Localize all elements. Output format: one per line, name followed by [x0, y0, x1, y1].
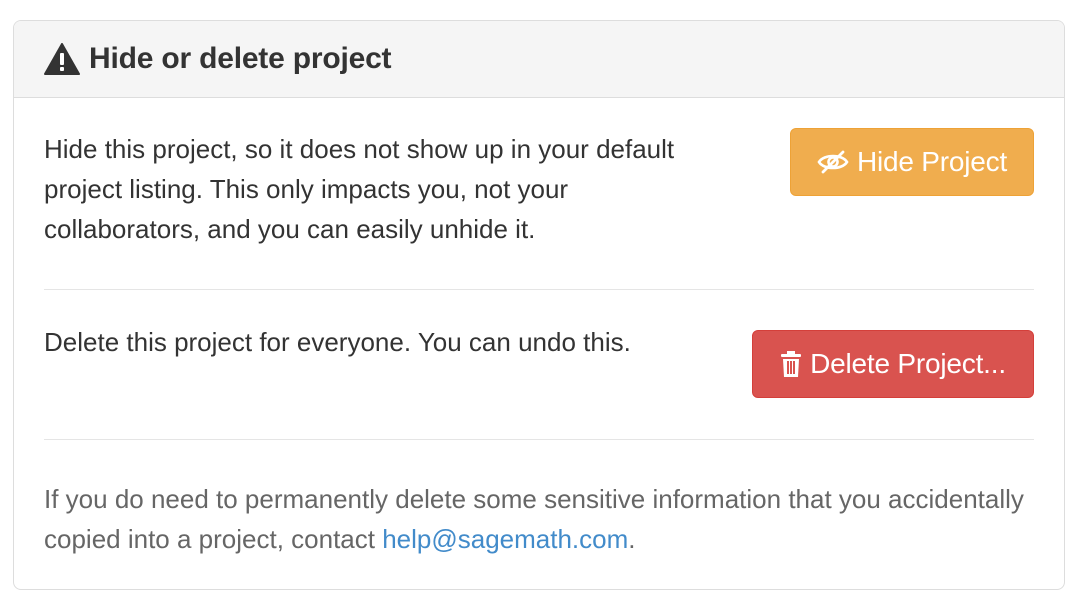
hide-project-row: Hide this project, so it does not show u… — [44, 98, 1034, 289]
delete-project-row: Delete this project for everyone. You ca… — [44, 289, 1034, 439]
divider — [44, 289, 1034, 290]
hide-project-description: Hide this project, so it does not show u… — [44, 134, 675, 244]
delete-project-button-label: Delete Project... — [810, 348, 1006, 379]
delete-project-button[interactable]: Delete Project... — [752, 330, 1034, 398]
panel-title: Hide or delete project — [89, 42, 392, 75]
panel-body: Hide this project, so it does not show u… — [14, 98, 1064, 439]
warning-icon — [44, 43, 80, 75]
support-email-link[interactable]: help@sagemath.com — [382, 524, 628, 554]
hide-delete-panel: Hide or delete project Hide this project… — [13, 20, 1065, 590]
panel-heading: Hide or delete project — [14, 21, 1064, 98]
eye-slash-icon — [817, 150, 849, 174]
trash-icon — [781, 351, 802, 377]
note-end: . — [628, 524, 636, 554]
hide-project-button[interactable]: Hide Project — [790, 128, 1034, 196]
divider — [44, 439, 1034, 440]
hide-project-button-label: Hide Project — [856, 146, 1008, 177]
permanent-delete-note: If you do need to permanently delete som… — [44, 479, 1044, 559]
delete-project-description: Delete this project for everyone. You ca… — [44, 327, 631, 357]
